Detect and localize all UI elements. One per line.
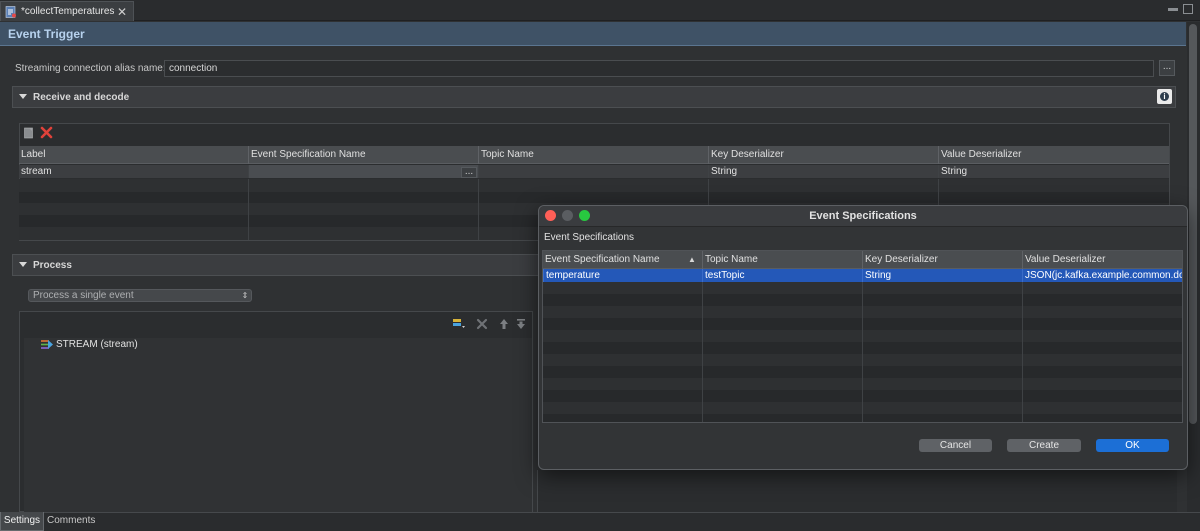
column-header[interactable]: Event Specification Name xyxy=(543,251,702,269)
move-to-bottom-icon[interactable] xyxy=(515,318,527,330)
tab-comments[interactable]: Comments xyxy=(47,512,95,531)
close-icon[interactable]: ✕ xyxy=(115,5,129,19)
scrollbar-thumb[interactable] xyxy=(1189,24,1197,424)
tab-settings[interactable]: Settings xyxy=(0,512,44,531)
alias-label: Streaming connection alias name: xyxy=(15,63,166,74)
empty-row xyxy=(19,179,1169,192)
page-title: Event Trigger xyxy=(8,26,85,41)
bottom-tab-bar xyxy=(0,512,1200,531)
cancel-button[interactable]: Cancel xyxy=(919,439,992,452)
minimize-view-icon[interactable] xyxy=(1168,8,1178,11)
column-header[interactable]: Topic Name xyxy=(702,251,862,269)
process-mode-select[interactable]: Process a single event xyxy=(28,289,252,302)
column-header[interactable]: Value Deserializer xyxy=(938,146,1169,164)
receive-section-header[interactable]: Receive and decode xyxy=(12,86,1176,108)
column-divider xyxy=(862,282,863,422)
create-button[interactable]: Create xyxy=(1007,439,1081,452)
editor-tab-label: *collectTemperatures xyxy=(21,6,115,17)
delete-row-icon[interactable] xyxy=(40,126,53,139)
dialog-table-header: Event Specification Name Topic Name Key … xyxy=(543,251,1182,269)
cell-event-spec[interactable]: temperature xyxy=(543,269,702,282)
column-divider xyxy=(478,179,479,240)
cell-label[interactable]: stream xyxy=(19,165,248,178)
cell-value-deserializer[interactable]: JSON(jc.kafka.example.common.doc xyxy=(1022,269,1182,282)
stream-icon xyxy=(41,340,53,349)
table-row[interactable]: stream String String xyxy=(19,165,1169,178)
info-glyph: i xyxy=(1163,92,1166,101)
cell-topic[interactable]: testTopic xyxy=(702,269,862,282)
receive-table-header: Label Event Specification Name Topic Nam… xyxy=(19,146,1169,164)
receive-section-title: Receive and decode xyxy=(33,91,130,103)
cell-event-spec[interactable] xyxy=(248,165,478,178)
cell-value-deserializer[interactable]: String xyxy=(938,165,1169,178)
column-header[interactable]: Event Specification Name xyxy=(248,146,478,164)
collapse-arrow-icon xyxy=(19,93,27,101)
column-header[interactable]: Topic Name xyxy=(478,146,708,164)
column-header[interactable]: Key Deserializer xyxy=(862,251,1022,269)
tree-item-stream[interactable]: STREAM (stream) xyxy=(56,339,138,350)
cell-topic[interactable] xyxy=(478,165,708,178)
empty-row xyxy=(19,192,1169,203)
collapse-arrow-icon xyxy=(19,261,27,269)
cell-key-deserializer[interactable]: String xyxy=(708,165,938,178)
select-caret-icon: ⇕ xyxy=(241,291,249,300)
editor-tab-bar xyxy=(0,0,1200,21)
alias-browse-button[interactable]: ... xyxy=(1159,60,1175,76)
editor-tab[interactable]: *collectTemperatures ✕ xyxy=(0,1,134,21)
details-panel xyxy=(537,470,1177,512)
add-action-icon[interactable] xyxy=(452,318,466,330)
file-icon xyxy=(5,5,16,18)
dialog-title: Event Specifications xyxy=(809,210,917,222)
cell-key-deserializer[interactable]: String xyxy=(862,269,1022,282)
column-divider xyxy=(248,179,249,240)
event-spec-browse-button[interactable]: ... xyxy=(461,167,477,178)
sort-ascending-icon[interactable]: ▲ xyxy=(688,255,696,264)
move-up-icon[interactable] xyxy=(498,318,510,330)
dialog-subtitle: Event Specifications xyxy=(544,232,635,243)
table-row[interactable]: temperature testTopic String JSON(jc.kaf… xyxy=(543,269,1182,282)
event-trigger-header: Event Trigger xyxy=(0,22,1186,46)
column-header[interactable]: Label xyxy=(19,146,248,164)
column-divider xyxy=(702,282,703,422)
delete-action-icon[interactable] xyxy=(476,318,488,330)
process-section-header[interactable]: Process xyxy=(12,254,539,276)
column-header[interactable]: Value Deserializer xyxy=(1022,251,1182,269)
column-header[interactable]: Key Deserializer xyxy=(708,146,938,164)
process-section-title: Process xyxy=(33,259,72,271)
add-row-icon[interactable] xyxy=(23,127,35,139)
alias-input[interactable]: connection xyxy=(164,60,1154,77)
process-tree[interactable] xyxy=(24,338,532,512)
ok-button[interactable]: OK xyxy=(1096,439,1169,452)
maximize-view-icon[interactable] xyxy=(1183,4,1193,14)
column-divider xyxy=(1022,282,1023,422)
